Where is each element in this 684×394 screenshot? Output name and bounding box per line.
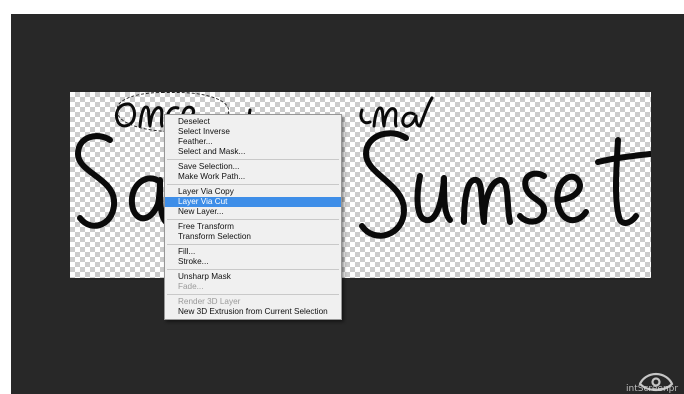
document-canvas[interactable]: [70, 92, 651, 278]
watermark-text: intScreenpr: [626, 384, 679, 394]
menu-item-layer-via-copy[interactable]: Layer Via Copy: [165, 187, 341, 197]
menu-item-free-transform[interactable]: Free Transform: [165, 222, 341, 232]
menu-separator: [167, 269, 339, 270]
menu-separator: [167, 219, 339, 220]
menu-item-select-inverse[interactable]: Select Inverse: [165, 127, 341, 137]
app-window: intScreenpr Deselect Select Inverse Feathe…: [0, 0, 684, 394]
art-line-sa: [75, 133, 169, 229]
menu-item-select-and-mask[interactable]: Select and Mask...: [165, 147, 341, 157]
context-menu: Deselect Select Inverse Feather... Select a…: [164, 114, 342, 320]
menu-separator: [167, 159, 339, 160]
menu-item-transform-selection[interactable]: Transform Selection: [165, 232, 341, 242]
menu-item-make-work-path[interactable]: Make Work Path...: [165, 172, 341, 182]
menu-item-new-3d-extrusion-from-current-selection[interactable]: New 3D Extrusion from Current Selection: [165, 307, 341, 317]
menu-item-layer-via-cut[interactable]: Layer Via Cut: [165, 197, 341, 207]
document-workspace[interactable]: [11, 14, 684, 394]
menu-item-new-layer[interactable]: New Layer...: [165, 207, 341, 217]
menu-item-deselect[interactable]: Deselect: [165, 117, 341, 127]
menu-item-render-3d-layer: Render 3D Layer: [178, 297, 241, 306]
menu-separator: [167, 184, 339, 185]
menu-item-stroke[interactable]: Stroke...: [165, 257, 341, 267]
menu-item-save-selection[interactable]: Save Selection...: [165, 162, 341, 172]
art-line-sunset: [359, 130, 651, 239]
menu-item-fill[interactable]: Fill...: [165, 247, 341, 257]
menu-separator: [167, 294, 339, 295]
menu-item-fade: Fade...: [178, 282, 204, 291]
menu-item-feather[interactable]: Feather...: [165, 137, 341, 147]
menu-separator: [167, 244, 339, 245]
menu-item-unsharp-mask[interactable]: Unsharp Mask: [165, 272, 341, 282]
